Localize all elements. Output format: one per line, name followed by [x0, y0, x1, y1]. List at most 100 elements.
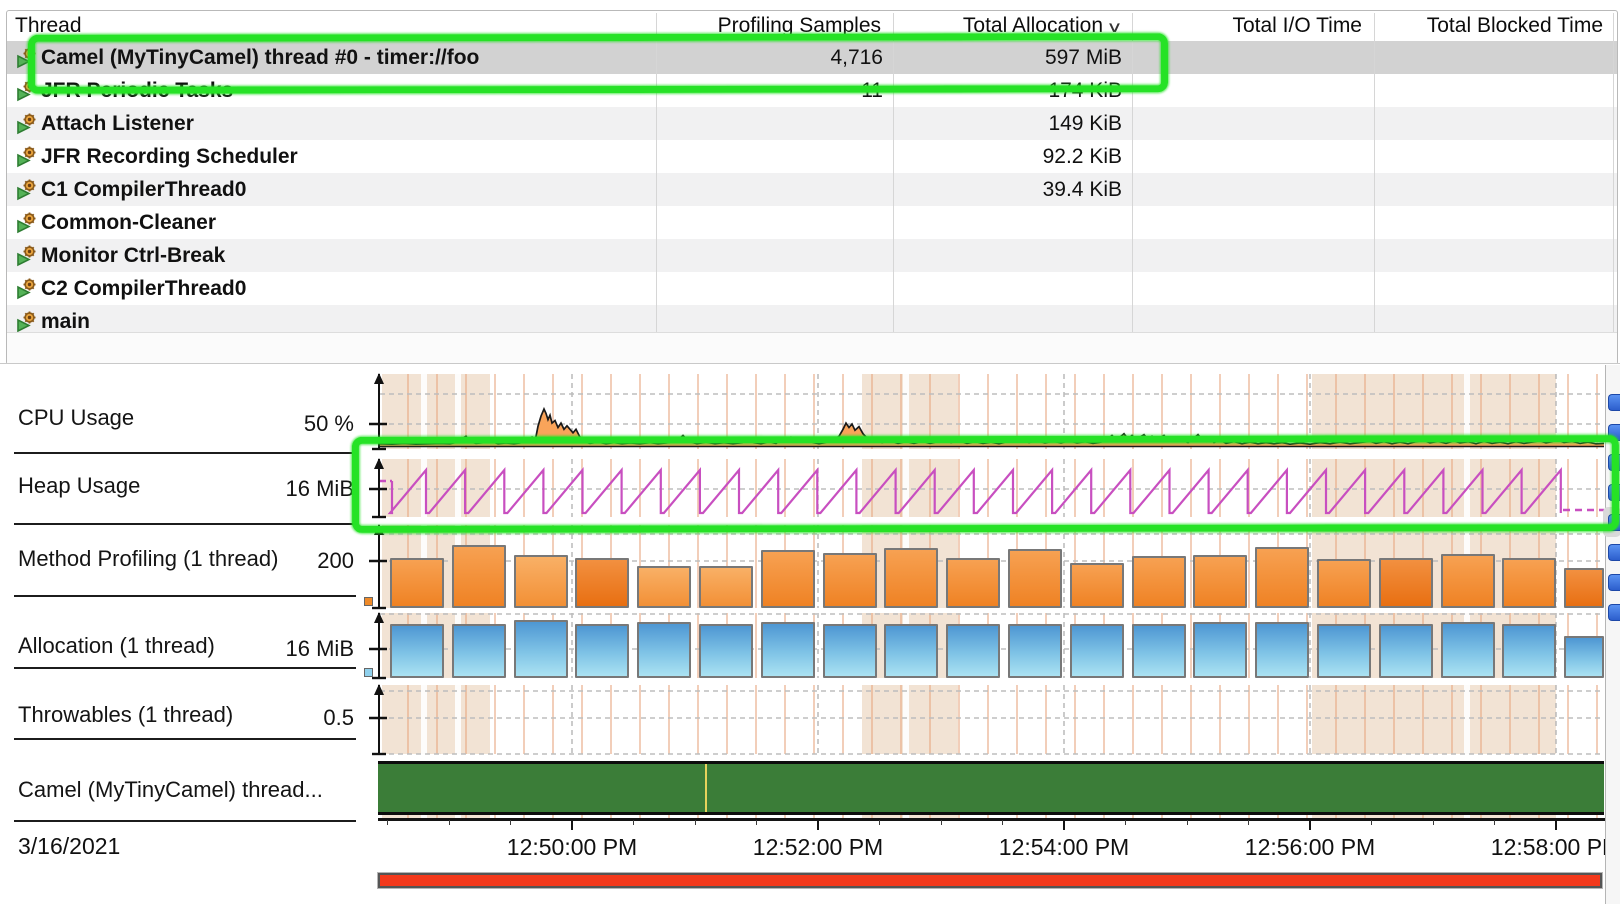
- table-row[interactable]: Camel (MyTinyCamel) thread #0 - timer://…: [7, 41, 1617, 74]
- allocation-bar: [1193, 622, 1247, 678]
- thread-name: JFR Recording Scheduler: [7, 140, 690, 173]
- allocation-bar: [390, 624, 444, 678]
- cell-samples: 11: [656, 74, 893, 107]
- time-axis-minor-tick: [1002, 820, 1003, 825]
- thread-name: C1 CompilerThread0: [7, 173, 690, 206]
- table-row[interactable]: Monitor Ctrl-Break: [7, 239, 1617, 272]
- lane-config-button-5[interactable]: [1608, 514, 1620, 531]
- lane-separator: [14, 523, 356, 525]
- timeline-panel: 3/16/2021 CPU Usage50 %Heap Usage16 MiBM…: [0, 363, 1620, 904]
- cell-io: [1132, 305, 1374, 332]
- cell-io: [1132, 173, 1374, 206]
- column-header-label: Total Blocked Time: [1427, 14, 1603, 37]
- column-header-thread[interactable]: Thread: [7, 11, 664, 41]
- time-tick-label: 12:56:00 PM: [1200, 834, 1420, 860]
- time-axis-minor-tick: [633, 820, 634, 825]
- time-axis-minor-tick: [449, 820, 450, 825]
- method-profiling-bar: [761, 550, 815, 608]
- lane-config-button-2[interactable]: [1608, 424, 1620, 441]
- column-divider: [1613, 13, 1614, 332]
- allocation-lane[interactable]: [380, 613, 1604, 678]
- column-divider: [656, 13, 657, 332]
- lane-config-button-7[interactable]: [1608, 574, 1620, 591]
- method-profiling-bar: [1564, 568, 1604, 608]
- method-profiling-bar: [1441, 554, 1495, 608]
- thread-name: main: [7, 305, 690, 332]
- column-header-label: Total Allocation: [963, 14, 1103, 37]
- thread-table-body: Camel (MyTinyCamel) thread #0 - timer://…: [7, 41, 1617, 332]
- thread-activity-span[interactable]: [378, 761, 1604, 815]
- cell-blocked: [1374, 305, 1615, 332]
- method-profiling-bar: [514, 555, 568, 608]
- thread-table-footer-strip: [7, 332, 1617, 365]
- column-header-total-allocation[interactable]: Total Allocation∨: [893, 11, 1120, 41]
- cell-blocked: [1374, 206, 1615, 239]
- table-row[interactable]: main: [7, 305, 1617, 332]
- table-row[interactable]: Attach Listener149 KiB: [7, 107, 1617, 140]
- cell-io: [1132, 140, 1374, 173]
- lane-config-button-3[interactable]: [1608, 454, 1620, 471]
- time-axis-minor-tick: [1371, 820, 1372, 825]
- allocation-bar: [637, 622, 691, 678]
- method-profiling-bar: [1008, 549, 1062, 608]
- cell-samples: [656, 239, 893, 272]
- thread-name-label: main: [41, 310, 90, 332]
- thread-name: C2 CompilerThread0: [7, 272, 690, 305]
- cell-io: [1132, 272, 1374, 305]
- thread-name-label: C1 CompilerThread0: [41, 178, 246, 201]
- thread-name-label: C2 CompilerThread0: [41, 277, 246, 300]
- cell-io: [1132, 107, 1374, 140]
- event-marker-line: [705, 764, 707, 812]
- thread-name-label: Common-Cleaner: [41, 211, 216, 234]
- allocation-bar: [452, 624, 506, 678]
- time-axis-major-tick: [1309, 821, 1311, 830]
- allocation-bar: [1502, 624, 1556, 678]
- column-divider: [1132, 13, 1133, 332]
- timeline-range-scrollbar[interactable]: [378, 873, 1602, 888]
- table-row[interactable]: C1 CompilerThread039.4 KiB: [7, 173, 1617, 206]
- cell-blocked: [1374, 107, 1615, 140]
- lane-config-button-8[interactable]: [1608, 604, 1620, 621]
- cell-blocked: [1374, 239, 1615, 272]
- table-row[interactable]: Common-Cleaner: [7, 206, 1617, 239]
- lane-label-5: Throwables (1 thread): [18, 702, 233, 728]
- method-profiling-bar: [823, 553, 877, 608]
- sort-descending-icon: ∨: [1106, 13, 1122, 43]
- thread-name: Camel (MyTinyCamel) thread #0 - timer://…: [7, 41, 690, 74]
- lane-separator: [14, 820, 356, 822]
- time-tick-label: 12:50:00 PM: [462, 834, 682, 860]
- lane-separator: [14, 738, 356, 740]
- method-profiling-lane[interactable]: [380, 525, 1604, 608]
- cell-io: [1132, 206, 1374, 239]
- allocation-bar: [1379, 624, 1433, 678]
- allocation-bar: [761, 622, 815, 678]
- lane-label-thread: Camel (MyTinyCamel) thread...: [18, 777, 323, 803]
- lane-config-button-1[interactable]: [1608, 394, 1620, 411]
- column-header-label: Total I/O Time: [1232, 14, 1362, 37]
- lane-config-button-4[interactable]: [1608, 484, 1620, 501]
- allocation-bar: [1070, 624, 1124, 678]
- cell-allocation: 174 KiB: [893, 74, 1132, 107]
- thread-name-label: JFR Periodic Tasks: [41, 79, 233, 102]
- lane-tick-value-2: 16 MiB: [230, 476, 354, 502]
- time-axis-minor-tick: [510, 820, 511, 825]
- table-row[interactable]: JFR Recording Scheduler92.2 KiB: [7, 140, 1617, 173]
- time-tick-label: 12:52:00 PM: [708, 834, 928, 860]
- table-row[interactable]: C2 CompilerThread0: [7, 272, 1617, 305]
- lane-config-button-6[interactable]: [1608, 544, 1620, 561]
- column-header-total-blocked-time[interactable]: Total Blocked Time: [1374, 11, 1603, 41]
- allocation-bar: [884, 624, 938, 678]
- cell-samples: [656, 140, 893, 173]
- cell-samples: [656, 107, 893, 140]
- cell-samples: 4,716: [656, 41, 893, 74]
- cell-samples: [656, 173, 893, 206]
- column-header-profiling-samples[interactable]: Profiling Samples: [656, 11, 881, 41]
- column-header-total-i-o-time[interactable]: Total I/O Time: [1132, 11, 1362, 41]
- allocation-bar: [699, 624, 753, 678]
- allocation-bar: [823, 624, 877, 678]
- time-axis-minor-tick: [941, 820, 942, 825]
- thread-name-label: Attach Listener: [41, 112, 194, 135]
- time-axis-line: [378, 818, 1606, 821]
- method-profiling-bar: [1255, 547, 1309, 608]
- table-row[interactable]: JFR Periodic Tasks 11174 KiB: [7, 74, 1617, 107]
